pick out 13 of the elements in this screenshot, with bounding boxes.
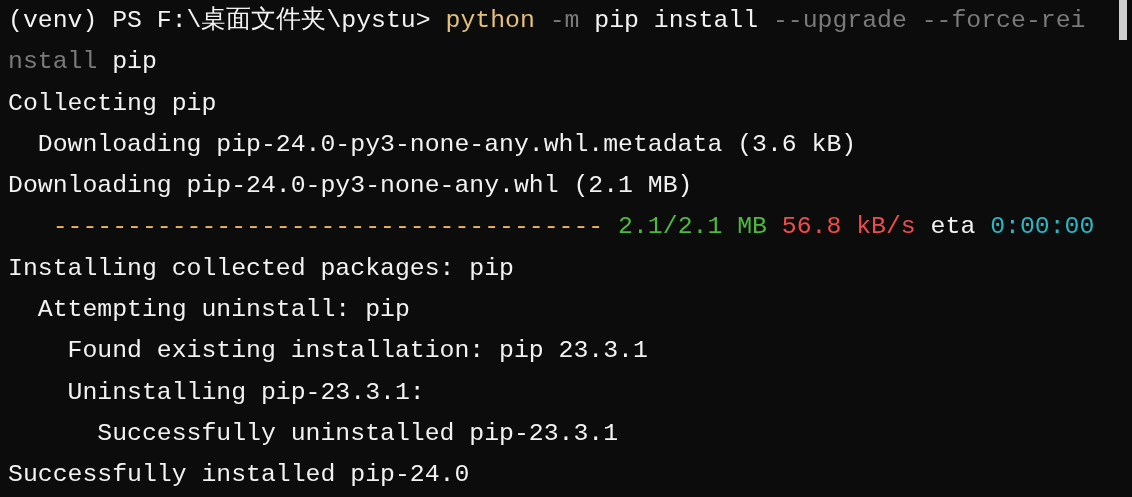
terminal-line: Found existing installation: pip 23.3.1 <box>66 335 648 367</box>
terminal-line: nstall pip <box>8 46 157 78</box>
terminal-line: Uninstalling pip-23.3.1: <box>66 376 425 408</box>
terminal-line: Attempting uninstall: pip <box>36 294 410 326</box>
terminal-line: (venv) PS F:\桌面文件夹\pystu> python -m pip install --upgrade --force-rei <box>8 5 1086 36</box>
terminal-line: Downloading pip-24.0-py3-none-any.whl (2.1 MB) <box>8 170 693 202</box>
scrollbar-thumb[interactable] <box>1119 0 1127 40</box>
terminal-line: Collecting pip <box>8 87 217 119</box>
terminal-line: Installing collected packages: pip <box>8 252 514 284</box>
terminal-line: ------------------------------------- 2.1/2.1 MB 56.8 kB/s eta 0:00:00 <box>51 211 1095 243</box>
terminal-line: Successfully uninstalled pip-23.3.1 <box>96 417 619 449</box>
terminal-line: Successfully installed pip-24.0 <box>8 459 470 491</box>
terminal-line: Downloading pip-24.0-py3-none-any.whl.metadata (3.6 kB) <box>36 128 857 160</box>
